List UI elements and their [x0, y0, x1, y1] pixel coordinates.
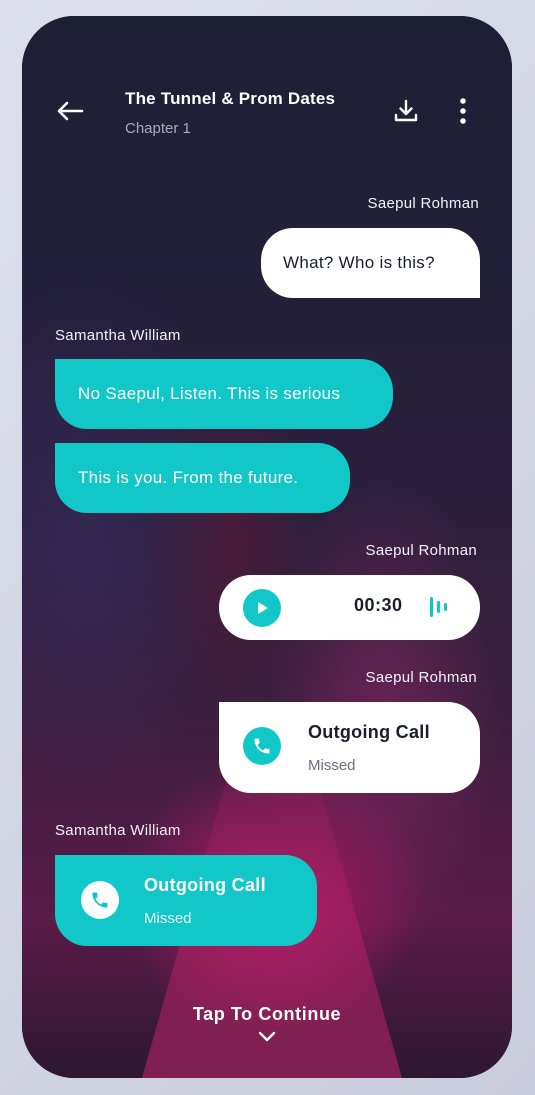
- back-button[interactable]: [52, 96, 88, 126]
- message-text: This is you. From the future.: [78, 468, 299, 487]
- message-bubble: This is you. From the future.: [55, 443, 350, 513]
- story-title: The Tunnel & Prom Dates: [125, 89, 336, 108]
- message-text: No Saepul, Listen. This is serious: [78, 384, 341, 403]
- more-options-button[interactable]: [450, 96, 476, 126]
- sender-name: Saepul Rohman: [365, 542, 477, 559]
- download-icon: [394, 99, 418, 122]
- chevron-down-icon: [258, 1031, 276, 1042]
- call-title: Outgoing Call: [144, 875, 266, 895]
- message-text: What? Who is this?: [283, 253, 435, 272]
- sender-name: Saepul Rohman: [365, 669, 477, 686]
- voice-message-bubble: 00:30: [219, 575, 480, 640]
- sender-name: Saepul Rohman: [367, 195, 479, 212]
- play-icon: [258, 602, 268, 614]
- audio-wave-icon: [430, 597, 447, 617]
- phone-screen: The Tunnel & Prom Dates Chapter 1 Saepul…: [22, 16, 512, 1078]
- call-title: Outgoing Call: [308, 722, 430, 742]
- call-message-bubble: Outgoing Call Missed: [219, 702, 480, 793]
- chapter-label: Chapter 1: [125, 120, 191, 137]
- sender-name: Samantha William: [55, 327, 181, 344]
- call-status: Missed: [144, 910, 192, 927]
- call-icon-circle: [81, 881, 119, 919]
- voice-duration: 00:30: [354, 595, 403, 615]
- phone-icon: [92, 892, 108, 908]
- sender-name: Samantha William: [55, 822, 181, 839]
- download-button[interactable]: [390, 96, 422, 126]
- call-message-bubble: Outgoing Call Missed: [55, 855, 317, 946]
- play-button[interactable]: [243, 589, 281, 627]
- page-background: The Tunnel & Prom Dates Chapter 1 Saepul…: [0, 0, 535, 1095]
- more-vertical-icon: [460, 98, 466, 124]
- message-bubble: What? Who is this?: [261, 228, 480, 298]
- call-icon-circle: [243, 727, 281, 765]
- arrow-left-icon: [57, 101, 84, 121]
- tap-to-continue-button[interactable]: Tap To Continue: [22, 1004, 512, 1048]
- phone-icon: [254, 738, 270, 754]
- continue-label: Tap To Continue: [192, 1004, 342, 1024]
- call-status: Missed: [308, 757, 356, 774]
- message-bubble: No Saepul, Listen. This is serious: [55, 359, 393, 429]
